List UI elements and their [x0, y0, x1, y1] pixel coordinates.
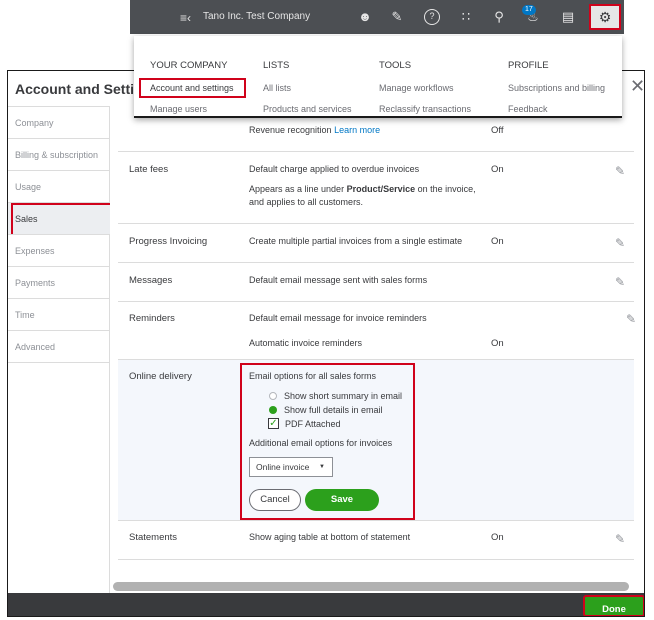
sidebar-item-expenses[interactable]: Expenses — [7, 235, 110, 267]
revenue-recognition-value: Off — [491, 125, 504, 136]
sidebar-item-time[interactable]: Time — [7, 299, 110, 331]
messages-description: Default email message sent with sales fo… — [249, 275, 428, 285]
tools-heading: TOOLS — [379, 60, 412, 71]
manage-workflows-link[interactable]: Manage workflows — [379, 83, 471, 93]
subscriptions-and-billing-link[interactable]: Subscriptions and billing — [508, 83, 605, 93]
selected-item-highlight — [139, 78, 246, 98]
reminders-description: Default email message for invoice remind… — [249, 313, 427, 323]
select-value: Online invoice — [256, 462, 310, 472]
done-button[interactable]: Done — [583, 595, 645, 617]
cancel-button[interactable]: Cancel — [249, 489, 301, 511]
late-fees-label: Late fees — [129, 164, 169, 175]
panel-footer — [7, 593, 645, 617]
revenue-recognition-text: Revenue recognition Learn more — [249, 125, 381, 135]
lists-heading: LISTS — [263, 60, 290, 71]
progress-invoicing-label: Progress Invoicing — [129, 236, 208, 247]
reminders-section[interactable]: Reminders Default email message for invo… — [118, 302, 636, 360]
sidebar-item-sales[interactable]: Sales — [7, 203, 110, 235]
chevron-down-icon: ▼ — [319, 464, 325, 470]
statements-section[interactable]: Statements Show aging table at bottom of… — [118, 521, 634, 560]
short-summary-label: Show short summary in email — [284, 391, 403, 401]
additional-options-label: Additional email options for invoices — [249, 438, 393, 448]
company-name: Tano Inc. Test Company — [203, 11, 311, 22]
edit-pencil-icon[interactable]: ✎ — [615, 275, 625, 289]
reminders-label: Reminders — [129, 313, 175, 324]
reclassify-transactions-link[interactable]: Reclassify transactions — [379, 104, 471, 114]
notification-badge: 17 — [522, 5, 536, 15]
messages-section[interactable]: Messages Default email message sent with… — [118, 263, 634, 302]
late-fees-note-2: and applies to all customers. — [249, 197, 364, 207]
lists-column: LISTS All lists Products and services — [263, 60, 352, 116]
all-lists-link[interactable]: All lists — [263, 83, 352, 93]
statements-description: Show aging table at bottom of statement — [249, 532, 411, 542]
close-icon[interactable]: ✕ — [630, 76, 645, 97]
edit-pencil-icon[interactable]: ✎ — [615, 236, 625, 250]
products-and-services-link[interactable]: Products and services — [263, 104, 352, 114]
progress-invoicing-section[interactable]: Progress Invoicing Create multiple parti… — [118, 224, 634, 263]
panel-title: Account and Setti — [15, 81, 135, 97]
sidebar-item-advanced[interactable]: Advanced — [7, 331, 110, 363]
edit-pencil-icon[interactable]: ✎ — [615, 532, 625, 546]
edit-pencil-icon[interactable]: ✎ — [615, 164, 625, 178]
help-icon[interactable]: ? — [424, 9, 440, 25]
search-icon[interactable]: ⚲ — [491, 9, 507, 25]
edit-pencil-icon[interactable]: ✎ — [626, 312, 636, 326]
statements-label: Statements — [129, 532, 178, 543]
progress-invoicing-description: Create multiple partial invoices from a … — [249, 236, 463, 246]
manage-users-link[interactable]: Manage users — [150, 104, 234, 114]
late-fees-value: On — [491, 164, 504, 175]
learn-more-link[interactable]: Learn more — [334, 125, 380, 135]
user-icon[interactable]: ☻ — [357, 9, 373, 25]
settings-sidebar: Company Billing & subscription Usage Sal… — [7, 107, 110, 593]
menu-icon[interactable]: ≡‹ — [180, 11, 191, 25]
short-summary-radio[interactable] — [269, 392, 277, 400]
late-fees-section[interactable]: Late fees Default charge applied to over… — [118, 152, 634, 224]
clipboard-icon[interactable]: ▤ — [560, 9, 576, 25]
top-bar: ≡‹ Tano Inc. Test Company ☻ ✎ ? ∷ ⚲ ♨ 17… — [130, 0, 624, 34]
automatic-reminders-value: On — [491, 338, 504, 349]
late-fees-description: Default charge applied to overdue invoic… — [249, 164, 420, 174]
invoice-option-select[interactable]: Online invoice ▼ — [249, 457, 333, 477]
full-details-label: Show full details in email — [284, 405, 383, 415]
megaphone-icon[interactable]: ✎ — [389, 9, 405, 25]
messages-label: Messages — [129, 275, 173, 286]
gear-dropdown-menu: YOUR COMPANY Account and settings Manage… — [134, 36, 622, 118]
sidebar-item-company[interactable]: Company — [7, 107, 110, 139]
feedback-link[interactable]: Feedback — [508, 104, 605, 114]
automatic-reminders-text: Automatic invoice reminders — [249, 338, 363, 348]
online-delivery-label: Online delivery — [129, 371, 192, 382]
your-company-heading: YOUR COMPANY — [150, 60, 228, 71]
sidebar-item-billing[interactable]: Billing & subscription — [7, 139, 110, 171]
gear-icon[interactable]: ⚙ — [589, 4, 621, 30]
tools-column: TOOLS Manage workflows Reclassify transa… — [379, 60, 471, 116]
pdf-attached-label: PDF Attached — [285, 419, 341, 429]
full-details-radio[interactable] — [269, 406, 277, 414]
horizontal-scrollbar[interactable] — [113, 582, 629, 591]
statements-value: On — [491, 532, 504, 543]
profile-column: PROFILE Subscriptions and billing Feedba… — [508, 60, 605, 116]
pdf-attached-checkbox[interactable]: ✓ — [268, 418, 279, 429]
apps-icon[interactable]: ∷ — [458, 9, 474, 25]
revenue-recognition-section: Revenue recognition Learn more Off — [118, 118, 634, 152]
progress-invoicing-value: On — [491, 236, 504, 247]
profile-heading: PROFILE — [508, 60, 549, 71]
sidebar-item-payments[interactable]: Payments — [7, 267, 110, 299]
sidebar-item-usage[interactable]: Usage — [7, 171, 110, 203]
late-fees-note: Appears as a line under Product/Service … — [249, 184, 476, 194]
save-button[interactable]: Save — [305, 489, 379, 511]
